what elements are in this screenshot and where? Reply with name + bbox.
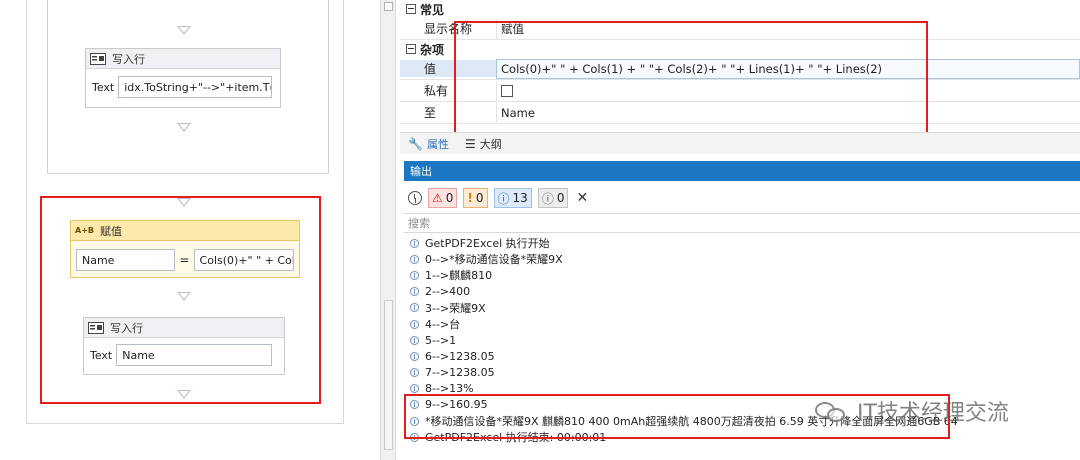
log-text: GetPDF2Excel 执行开始	[425, 237, 550, 251]
collapse-icon[interactable]	[406, 44, 416, 54]
log-text: 0-->*移动通信设备*荣耀9X	[425, 253, 563, 267]
write-line-activity-1[interactable]: 写入行 Text idx.ToString+"-->"+item.T(	[85, 48, 281, 108]
log-text: 3-->荣耀9X	[425, 301, 486, 315]
warnings-filter-button[interactable]: ! 0	[463, 188, 488, 208]
error-icon: ⚠	[432, 191, 443, 205]
info-icon	[410, 303, 419, 313]
info-icon: ⓘ	[497, 191, 510, 206]
wrench-icon: 🔧	[408, 136, 423, 151]
activity-title: 写入行	[112, 52, 145, 66]
trace-icon: ⓘ	[541, 191, 554, 206]
category-label: 杂项	[420, 42, 445, 57]
highlight-box	[454, 21, 928, 145]
output-panel-title: 输出	[404, 161, 1080, 181]
tab-outline[interactable]: ☰ 大纲	[457, 133, 510, 155]
text-label: Text	[92, 80, 115, 94]
workflow-designer: 写入行 Text idx.ToString+"-->"+item.T( A+B …	[0, 0, 380, 460]
log-text: 4-->台	[425, 318, 461, 332]
trace-filter-button[interactable]: ⓘ 0	[537, 188, 569, 208]
info-icon	[410, 384, 419, 394]
log-line[interactable]: 6-->1238.05	[404, 348, 1080, 364]
info-icon	[410, 319, 419, 329]
clock-icon[interactable]	[408, 191, 422, 205]
scroll-thumb[interactable]	[384, 300, 393, 450]
log-line[interactable]: GetPDF2Excel 执行开始	[404, 235, 1080, 251]
log-line[interactable]: 0-->*移动通信设备*荣耀9X	[404, 251, 1080, 267]
info-count: 13	[512, 191, 528, 205]
tab-label: 大纲	[479, 137, 502, 151]
scroll-up-icon[interactable]	[384, 2, 393, 11]
category-common[interactable]: 常见	[400, 0, 1080, 18]
errors-filter-button[interactable]: ⚠ 0	[428, 188, 458, 208]
drop-arrow-icon[interactable]	[177, 123, 191, 132]
outline-icon: ☰	[464, 136, 476, 151]
highlight-box	[40, 196, 321, 404]
log-line[interactable]: 2-->400	[404, 284, 1080, 300]
write-line-icon	[90, 52, 106, 65]
output-search-input[interactable]: 搜索	[404, 213, 1080, 233]
tab-label: 属性	[426, 137, 449, 151]
info-icon	[410, 238, 419, 248]
clear-icon[interactable]: ✕	[576, 190, 588, 206]
info-icon	[410, 335, 419, 345]
info-icon	[410, 368, 419, 378]
output-toolbar: ⚠ 0 ! 0 ⓘ 13 ⓘ 0 ✕	[404, 186, 1080, 210]
log-line[interactable]: 7-->1238.05	[404, 365, 1080, 381]
log-text: 6-->1238.05	[425, 349, 495, 363]
warnings-count: 0	[475, 191, 484, 205]
info-icon	[410, 287, 419, 297]
wechat-logo-icon	[815, 398, 849, 424]
drop-arrow-icon[interactable]	[177, 26, 191, 35]
watermark-text: IT技术经理交流	[857, 401, 1009, 426]
text-input[interactable]: idx.ToString+"-->"+item.T(	[118, 76, 273, 98]
log-text: 5-->1	[425, 333, 457, 347]
log-line[interactable]: 3-->荣耀9X	[404, 300, 1080, 316]
log-text: 7-->1238.05	[425, 366, 495, 380]
panel-tabs: 🔧 属性 ☰ 大纲	[400, 132, 1080, 154]
activity-header: 写入行	[86, 49, 280, 69]
log-text: 2-->400	[425, 285, 471, 299]
info-icon	[410, 254, 419, 264]
log-line[interactable]: 1-->麒麟810	[404, 267, 1080, 283]
info-filter-button[interactable]: ⓘ 13	[493, 188, 532, 208]
watermark: IT技术经理交流	[815, 395, 1009, 427]
info-icon	[410, 351, 419, 361]
collapse-icon[interactable]	[406, 4, 416, 14]
vertical-scrollbar[interactable]	[380, 0, 396, 460]
log-line[interactable]: 5-->1	[404, 332, 1080, 348]
trace-count: 0	[556, 191, 565, 205]
tab-properties[interactable]: 🔧 属性	[400, 133, 457, 155]
log-line[interactable]: 4-->台	[404, 316, 1080, 332]
log-text: 1-->麒麟810	[425, 269, 493, 283]
warning-icon: !	[467, 191, 473, 205]
errors-count: 0	[445, 191, 454, 205]
category-label: 常见	[420, 2, 445, 17]
info-icon	[410, 270, 419, 280]
